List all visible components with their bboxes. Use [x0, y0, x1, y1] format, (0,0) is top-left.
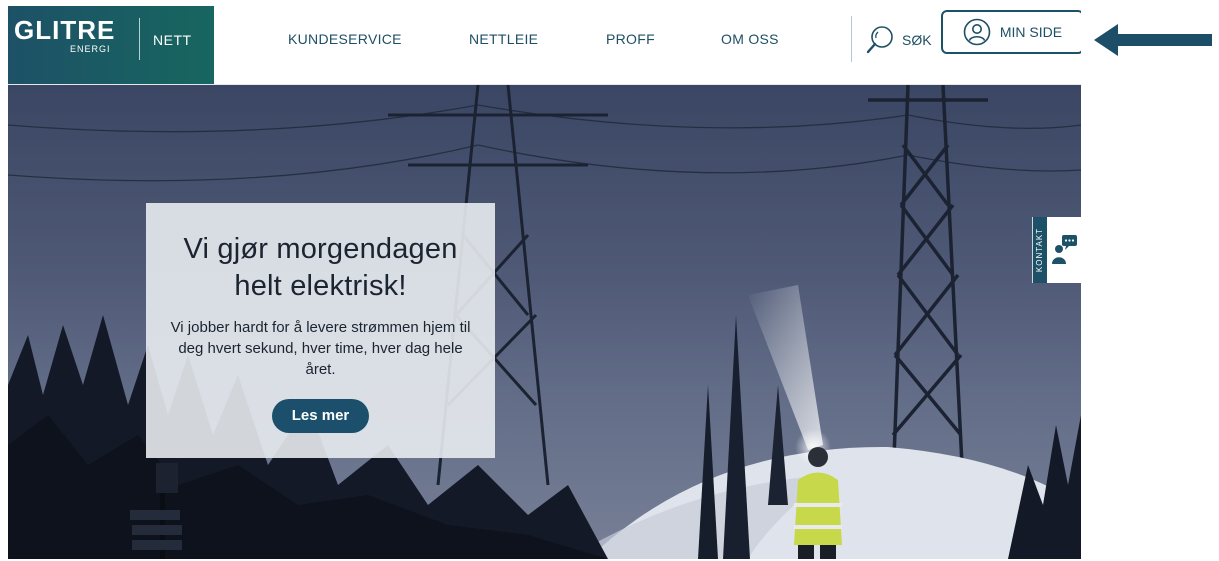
- chat-person-icon: [1052, 235, 1077, 264]
- website: GLITRE ENERGI NETT KUNDESERVICE NETTLEIE…: [8, 6, 1081, 559]
- min-side-button[interactable]: MIN SIDE: [941, 10, 1081, 54]
- les-mer-button[interactable]: Les mer: [271, 399, 370, 433]
- nav-item-proff[interactable]: PROFF: [606, 31, 655, 47]
- logo[interactable]: GLITRE ENERGI NETT: [8, 6, 214, 84]
- kontakt-tab[interactable]: KONTAKT: [1032, 217, 1081, 283]
- logo-section-label: NETT: [153, 32, 192, 48]
- arrow-left-icon: [1094, 24, 1212, 56]
- hero-title: Vi gjør morgendagen helt elektrisk!: [183, 233, 458, 302]
- hero-content-card: Vi gjør morgendagen helt elektrisk! Vi j…: [146, 203, 495, 458]
- logo-subtitle: ENERGI: [70, 44, 111, 54]
- min-side-label: MIN SIDE: [999, 24, 1063, 40]
- search-button[interactable]: SØK: [866, 24, 932, 56]
- nav-item-kundeservice[interactable]: KUNDESERVICE: [288, 31, 402, 47]
- search-icon: [866, 26, 893, 54]
- kontakt-bar: KONTAKT: [1033, 217, 1047, 283]
- hero-text: Vi jobber hardt for å levere strømmen hj…: [170, 319, 471, 378]
- logo-wordmark: GLITRE: [14, 15, 116, 45]
- nav-item-om-oss[interactable]: OM OSS: [721, 31, 779, 47]
- search-label: SØK: [902, 32, 932, 48]
- logo-divider: [139, 18, 140, 60]
- hero-section: Vi gjør morgendagen helt elektrisk! Vi j…: [8, 85, 1081, 559]
- kontakt-label: KONTAKT: [1035, 227, 1044, 273]
- site-header: GLITRE ENERGI NETT KUNDESERVICE NETTLEIE…: [8, 6, 1081, 85]
- user-circle-icon: [963, 18, 991, 46]
- nav-item-nettleie[interactable]: NETTLEIE: [469, 31, 538, 47]
- header-divider: [851, 16, 852, 62]
